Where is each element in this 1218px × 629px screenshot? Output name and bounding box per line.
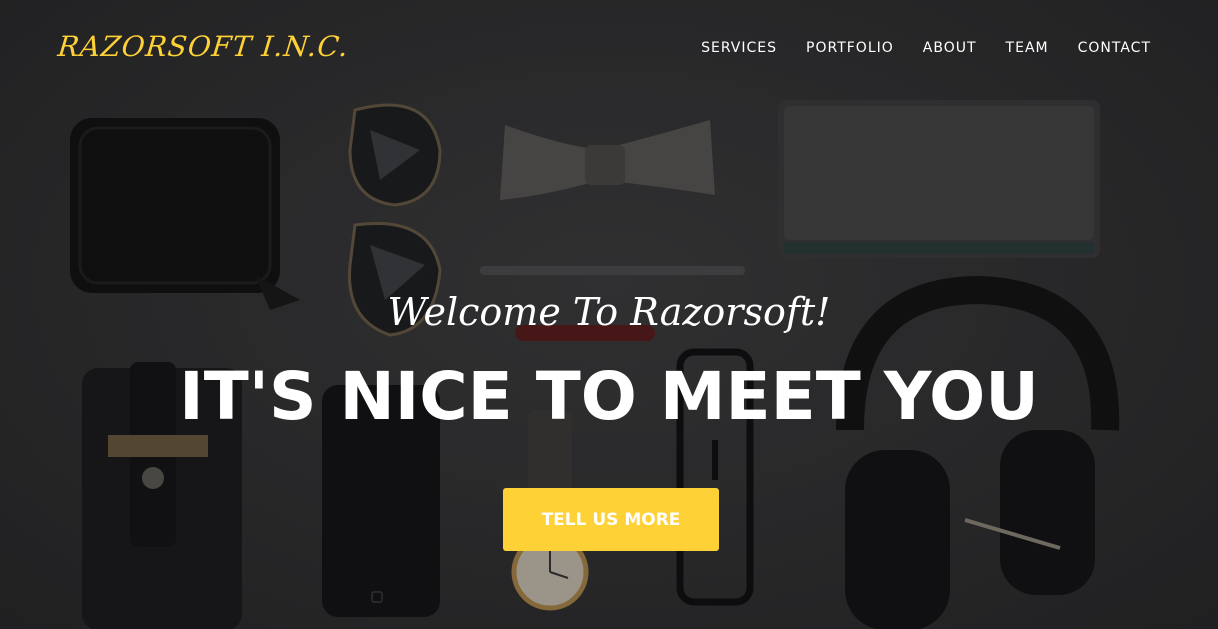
hero-section: RAZORSOFT I.N.C. SERVICES PORTFOLIO ABOU…: [0, 0, 1218, 629]
intro-heading: IT'S NICE TO MEET YOU: [179, 358, 1039, 435]
intro-lead: Welcome To Razorsoft!: [387, 290, 831, 334]
tell-us-more-button[interactable]: TELL US MORE: [503, 488, 719, 551]
intro-text: Welcome To Razorsoft! IT'S NICE TO MEET …: [0, 0, 1218, 629]
